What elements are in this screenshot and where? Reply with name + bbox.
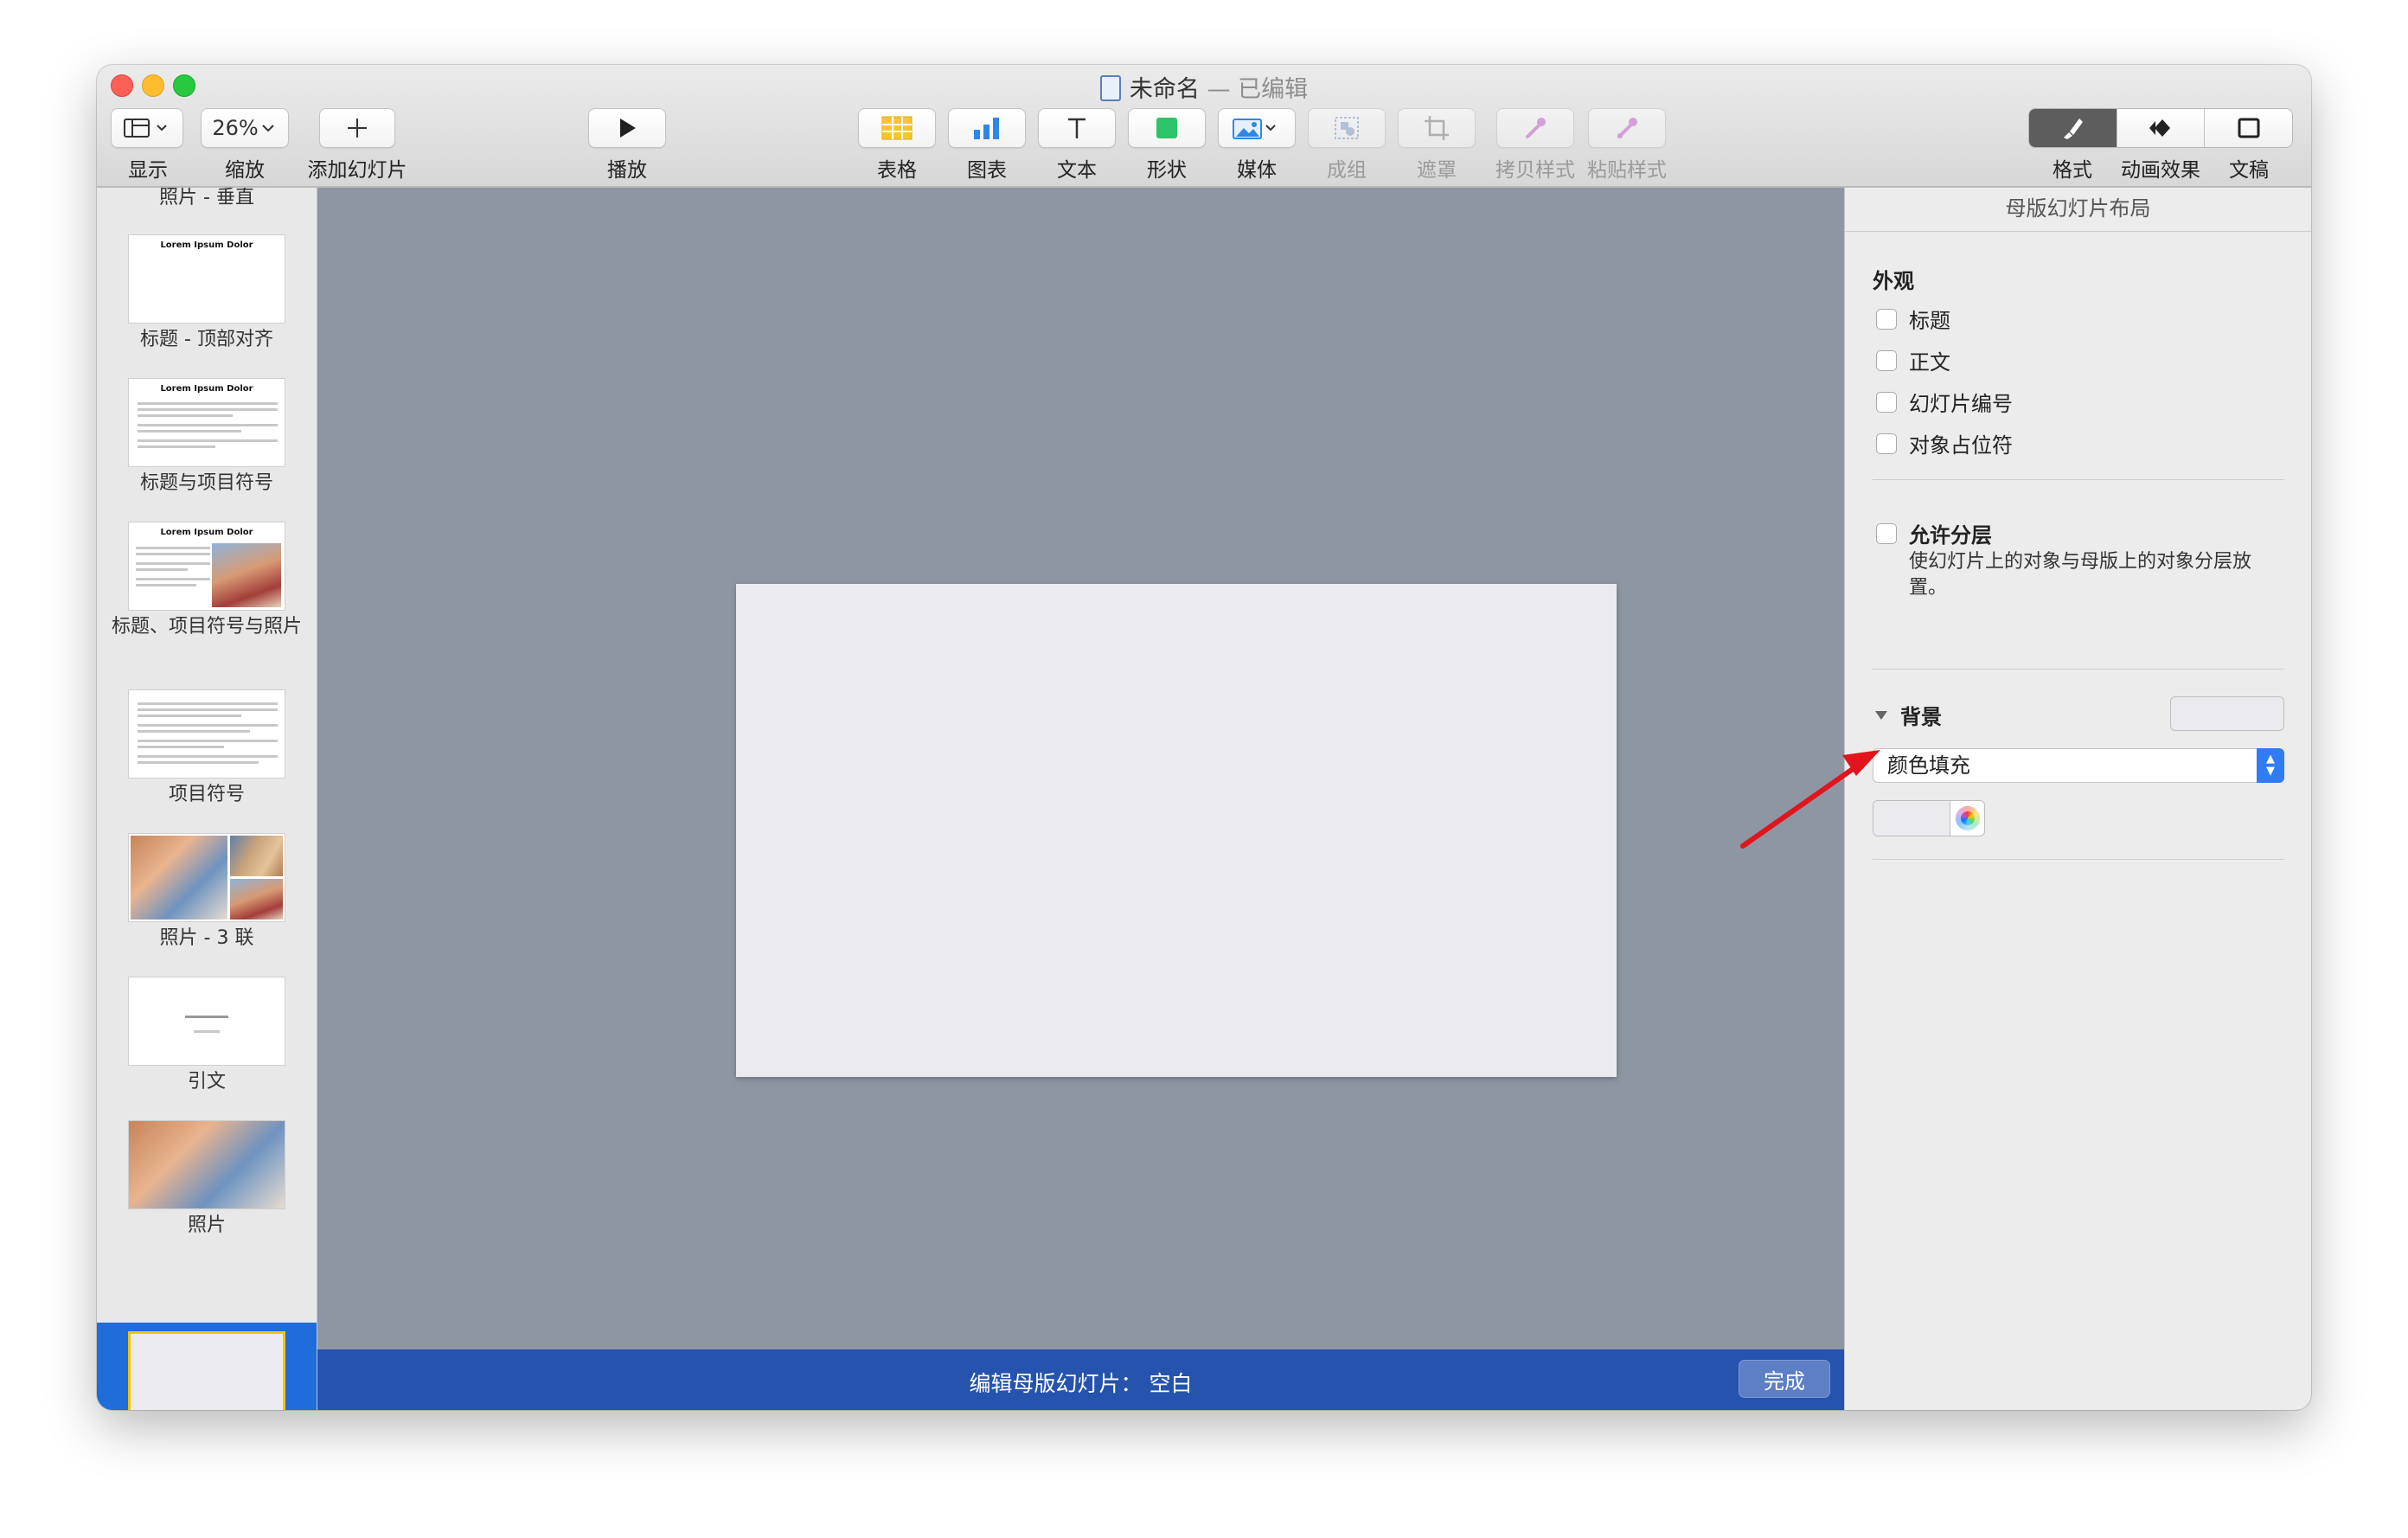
keynote-window: 未命名 — 已编辑 显示 26% 缩放 添加幻灯片 播放 表格 图表 文本 形状… [97, 65, 2311, 1410]
annotation-arrow-icon [1740, 750, 1880, 849]
